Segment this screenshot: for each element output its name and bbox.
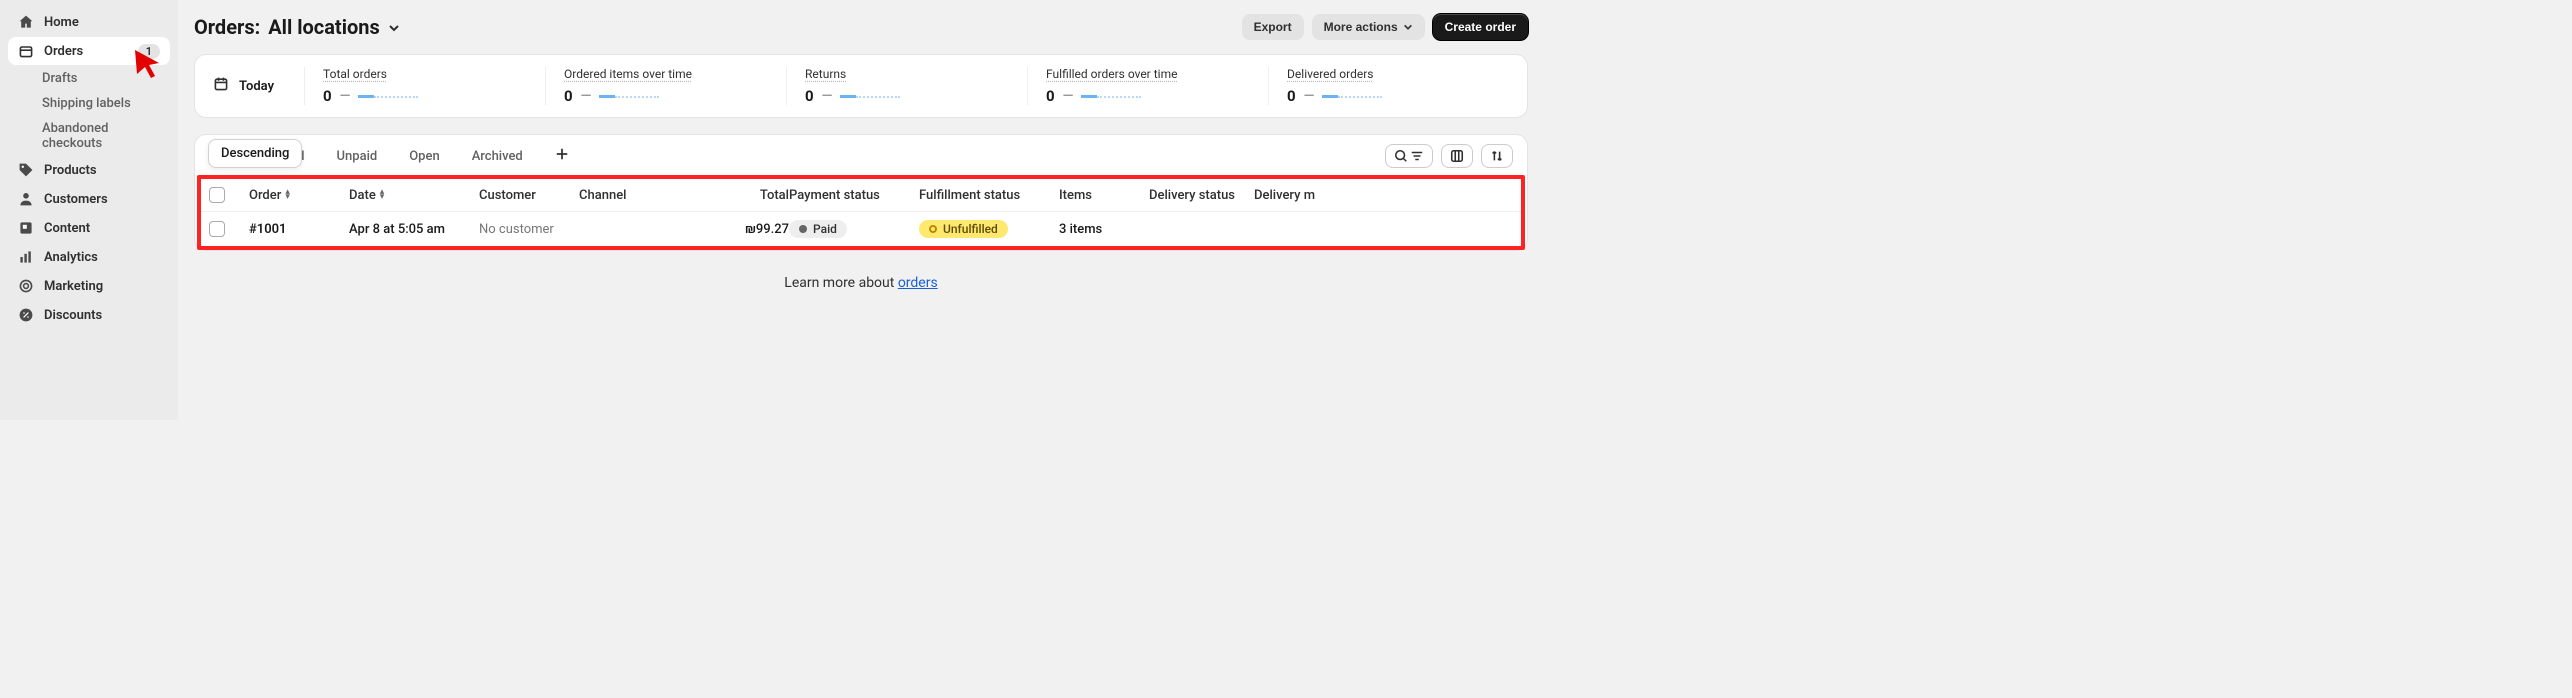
status-dot-icon	[929, 225, 937, 233]
cell-customer: No customer	[479, 222, 579, 237]
sparkline-icon	[840, 92, 900, 100]
nav-analytics-label: Analytics	[44, 250, 98, 265]
page-header: Orders: All locations Export More action…	[194, 14, 1528, 40]
nav-orders-label: Orders	[44, 44, 83, 59]
nav-content[interactable]: Content	[8, 214, 170, 242]
select-all-checkbox[interactable]	[209, 187, 225, 203]
nav-products[interactable]: Products	[8, 156, 170, 184]
stats-card: Today Total orders 0 — Ordered items ove…	[194, 54, 1528, 118]
person-icon	[18, 191, 34, 207]
plus-icon	[555, 147, 569, 161]
footer-help-text: Learn more about orders	[194, 275, 1528, 291]
sparkline-icon	[1081, 92, 1141, 100]
cell-payment-status: Paid	[789, 220, 919, 238]
col-delivery-status[interactable]: Delivery status	[1149, 188, 1254, 203]
table-header-row: Order ▴▾ Date ▴▾ Customer Channel Total …	[201, 179, 1521, 212]
chevron-down-icon	[388, 15, 400, 39]
date-filter[interactable]: Today	[213, 76, 304, 96]
export-button[interactable]: Export	[1242, 14, 1304, 40]
chevron-down-icon	[1403, 22, 1413, 32]
sort-icon	[1490, 149, 1504, 163]
search-filter-button[interactable]	[1385, 144, 1433, 168]
cell-fulfillment-status: Unfulfilled	[919, 220, 1059, 238]
col-fulfillment-status[interactable]: Fulfillment status	[919, 188, 1059, 203]
orders-help-link[interactable]: orders	[898, 275, 938, 291]
columns-icon	[1450, 149, 1464, 163]
status-dot-icon	[799, 225, 807, 233]
nav-discounts[interactable]: Discounts	[8, 301, 170, 329]
stat-returns[interactable]: Returns 0 —	[786, 67, 1027, 105]
search-icon	[1394, 149, 1408, 163]
col-delivery-method[interactable]: Delivery m	[1254, 188, 1339, 203]
stat-fulfilled-orders[interactable]: Fulfilled orders over time 0 —	[1027, 67, 1268, 105]
sort-indicator-icon: ▴▾	[285, 190, 290, 200]
col-customer[interactable]: Customer	[479, 188, 579, 203]
sidebar: Home Orders 1 Drafts Shipping labels Aba…	[0, 0, 178, 420]
nav-marketing[interactable]: Marketing	[8, 272, 170, 300]
stat-total-orders[interactable]: Total orders 0 —	[304, 67, 545, 105]
col-channel[interactable]: Channel	[579, 188, 679, 203]
page-title[interactable]: Orders: All locations	[194, 15, 400, 39]
filter-icon	[1410, 149, 1424, 163]
nav-customers[interactable]: Customers	[8, 185, 170, 213]
sort-tooltip: Descending	[208, 139, 302, 168]
nav-analytics[interactable]: Analytics	[8, 243, 170, 271]
stat-delivered-orders[interactable]: Delivered orders 0 —	[1268, 67, 1509, 105]
nav-home-label: Home	[44, 15, 79, 30]
sparkline-icon	[1322, 92, 1382, 100]
nav-products-label: Products	[44, 163, 97, 178]
cell-date: Apr 8 at 5:05 am	[349, 222, 479, 237]
home-icon	[18, 14, 34, 30]
sparkline-icon	[599, 92, 659, 100]
tab-archived[interactable]: Archived	[464, 145, 531, 168]
cell-items: 3 items	[1059, 222, 1149, 237]
more-actions-button[interactable]: More actions	[1312, 14, 1425, 40]
status-badge-unfulfilled: Unfulfilled	[919, 220, 1008, 238]
nav-discounts-label: Discounts	[44, 308, 102, 323]
date-label: Today	[239, 79, 274, 94]
tabs-row: Descending Descending ed Unpaid Open Arc…	[195, 135, 1527, 175]
table-row[interactable]: #1001 Apr 8 at 5:05 am No customer ₪99.2…	[201, 212, 1521, 246]
title-prefix: Orders:	[194, 15, 260, 39]
main-content: Orders: All locations Export More action…	[178, 0, 1544, 420]
tab-open[interactable]: Open	[401, 145, 447, 168]
nav-customers-label: Customers	[44, 192, 108, 207]
sort-button[interactable]	[1481, 144, 1513, 168]
add-view-button[interactable]	[547, 143, 577, 169]
header-actions: Export More actions Create order	[1242, 14, 1528, 40]
row-checkbox[interactable]	[209, 221, 225, 237]
nav-abandoned-checkouts[interactable]: Abandoned checkouts	[8, 116, 170, 156]
analytics-icon	[18, 249, 34, 265]
target-icon	[18, 278, 34, 294]
nav-home[interactable]: Home	[8, 8, 170, 36]
content-icon	[18, 220, 34, 236]
title-location: All locations	[268, 15, 380, 39]
col-items[interactable]: Items	[1059, 188, 1149, 203]
calendar-icon	[213, 76, 229, 96]
create-order-button[interactable]: Create order	[1433, 14, 1528, 40]
col-total[interactable]: Total	[679, 188, 789, 203]
col-payment-status[interactable]: Payment status	[789, 188, 919, 203]
nav-shipping-labels[interactable]: Shipping labels	[8, 91, 170, 116]
col-order[interactable]: Order ▴▾	[249, 188, 349, 203]
cursor-pointer-annotation	[133, 48, 163, 78]
status-badge-paid: Paid	[789, 220, 847, 238]
sort-indicator-icon: ▴▾	[380, 190, 385, 200]
annotation-highlight-box: Order ▴▾ Date ▴▾ Customer Channel Total …	[197, 175, 1525, 250]
discount-icon	[18, 307, 34, 323]
cell-total: ₪99.27	[679, 222, 789, 237]
tag-icon	[18, 162, 34, 178]
sparkline-icon	[358, 92, 418, 100]
orders-card: Descending Descending ed Unpaid Open Arc…	[194, 134, 1528, 251]
tab-unpaid[interactable]: Unpaid	[329, 145, 386, 168]
stat-ordered-items[interactable]: Ordered items over time 0 —	[545, 67, 786, 105]
columns-button[interactable]	[1441, 144, 1473, 168]
nav-marketing-label: Marketing	[44, 279, 103, 294]
nav-content-label: Content	[44, 221, 90, 236]
orders-icon	[18, 43, 34, 59]
cell-order-id: #1001	[249, 222, 349, 237]
col-date[interactable]: Date ▴▾	[349, 188, 479, 203]
